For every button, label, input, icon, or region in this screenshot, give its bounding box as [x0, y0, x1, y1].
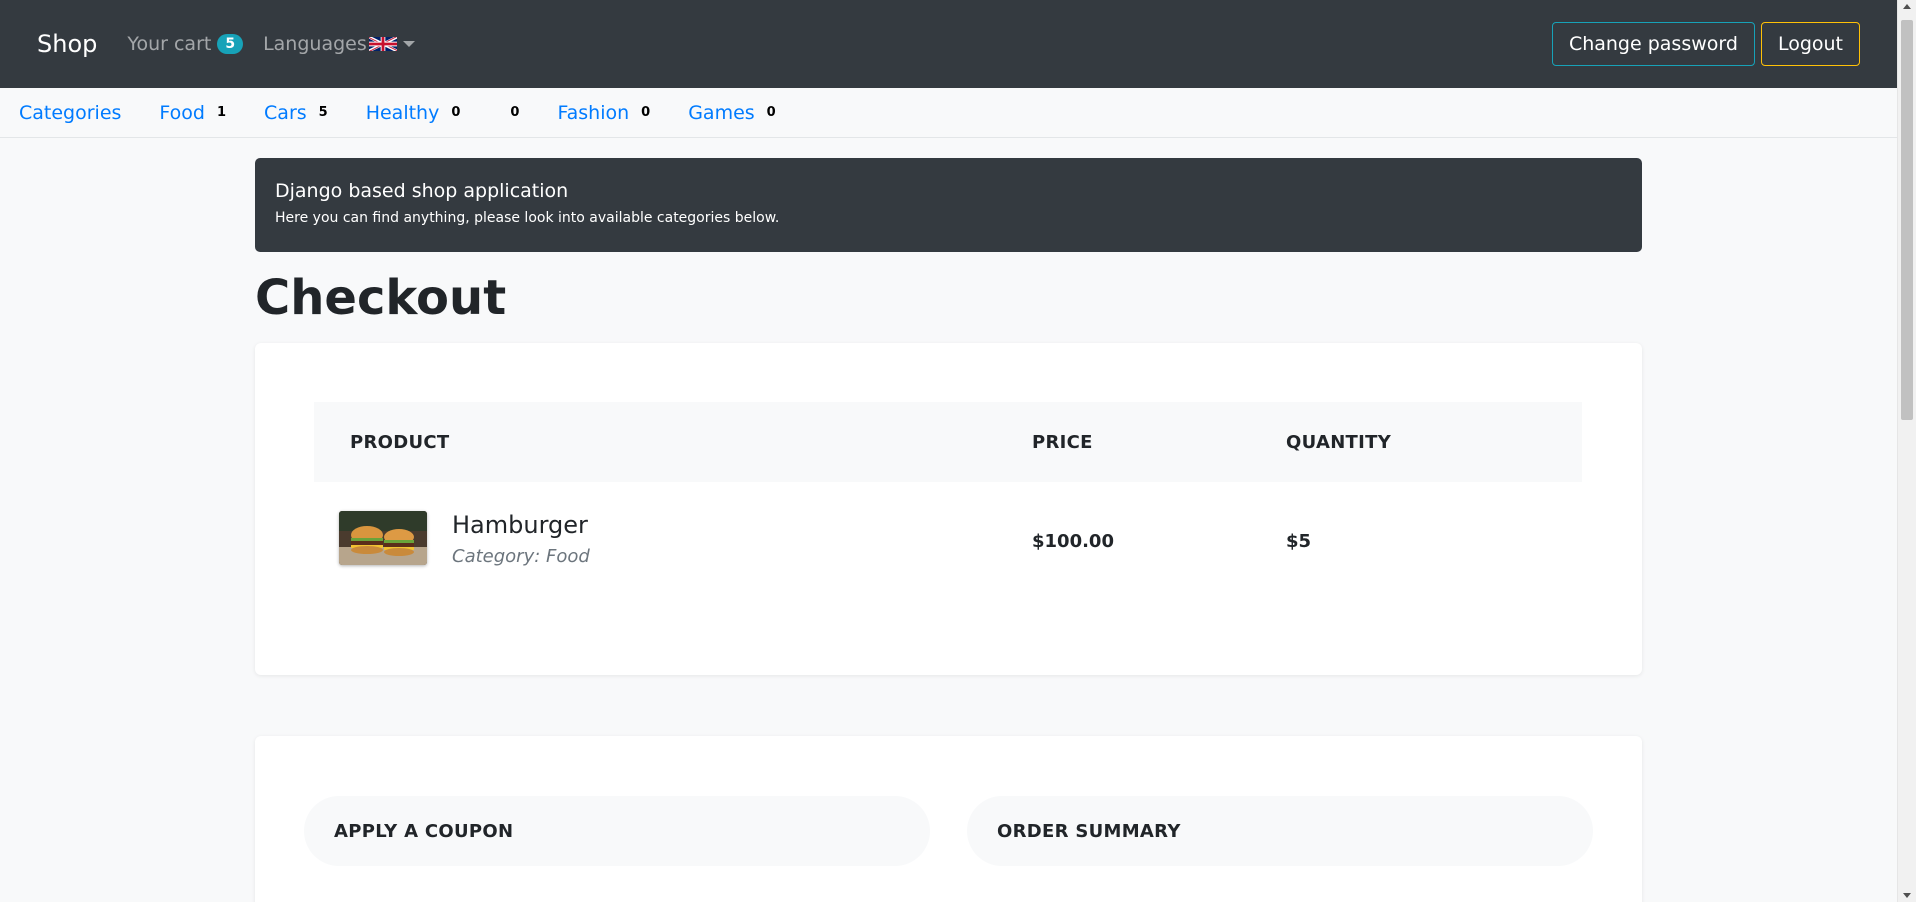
table-header: PRODUCT PRICE QUANTITY	[314, 402, 1582, 482]
category-count: 0	[510, 105, 520, 120]
scroll-up-icon[interactable]	[1903, 4, 1911, 9]
header-product: PRODUCT	[350, 431, 450, 453]
header-price: PRICE	[1032, 431, 1093, 453]
chevron-down-icon	[402, 41, 415, 47]
header-quantity: QUANTITY	[1286, 431, 1392, 453]
category-item-games[interactable]: Games 0	[688, 102, 776, 124]
summary-card: APPLY A COUPON ORDER SUMMARY	[255, 736, 1642, 902]
category-item-fashion[interactable]: Fashion 0	[557, 102, 650, 124]
product-price: $100.00	[1032, 531, 1114, 552]
cart-count-badge: 5	[217, 34, 244, 54]
languages-label: Languages	[263, 33, 367, 55]
page-scrollbar[interactable]	[1897, 0, 1916, 902]
categories-link[interactable]: Categories	[19, 102, 121, 124]
top-navbar: Shop Your cart 5 Languages Change passwo…	[0, 0, 1897, 88]
category-item-unnamed[interactable]: 0	[498, 105, 519, 120]
product-name[interactable]: Hamburger	[452, 511, 588, 539]
category-item-cars[interactable]: Cars 5	[264, 102, 328, 124]
coupon-header: APPLY A COUPON	[304, 796, 930, 866]
category-label: Games	[688, 101, 755, 124]
scrollbar-thumb[interactable]	[1901, 20, 1913, 420]
hero-banner: Django based shop application Here you c…	[255, 158, 1642, 252]
category-label: Fashion	[557, 101, 630, 124]
hero-title: Django based shop application	[275, 180, 569, 202]
uk-flag-icon	[368, 37, 397, 51]
table-row: Hamburger Category: Food $100.00 $5	[314, 503, 1582, 583]
hero-subtitle: Here you can find anything, please look …	[275, 210, 780, 226]
page-title: Checkout	[255, 270, 507, 326]
category-count: 0	[641, 105, 651, 120]
brand-link[interactable]: Shop	[37, 30, 97, 58]
navbar-actions: Change password Logout	[1551, 22, 1860, 66]
cart-label: Your cart	[127, 33, 212, 55]
logout-button[interactable]: Logout	[1760, 22, 1860, 66]
languages-dropdown[interactable]: Languages	[263, 33, 415, 55]
order-summary-header: ORDER SUMMARY	[967, 796, 1593, 866]
categories-bar: Categories Food 1 Cars 5 Healthy 0 0 Fas…	[0, 88, 1897, 138]
category-count: 5	[318, 105, 328, 120]
hamburger-image	[339, 511, 427, 565]
cart-card: PRODUCT PRICE QUANTITY Hamburger Categor…	[255, 343, 1642, 675]
category-label: Categories	[19, 101, 122, 124]
category-label: Healthy	[365, 101, 440, 124]
product-image	[339, 511, 427, 565]
scroll-down-icon[interactable]	[1903, 893, 1911, 898]
product-category: Category: Food	[452, 546, 590, 567]
category-count: 0	[451, 105, 461, 120]
product-quantity: $5	[1286, 531, 1312, 552]
category-label: Cars	[264, 101, 307, 124]
category-label: Food	[159, 101, 205, 124]
category-item-food[interactable]: Food 1	[159, 102, 226, 124]
category-count: 1	[216, 105, 227, 120]
category-item-healthy[interactable]: Healthy 0	[366, 102, 461, 124]
change-password-button[interactable]: Change password	[1551, 22, 1755, 66]
category-count: 0	[766, 105, 776, 120]
cart-link[interactable]: Your cart 5	[127, 33, 244, 55]
